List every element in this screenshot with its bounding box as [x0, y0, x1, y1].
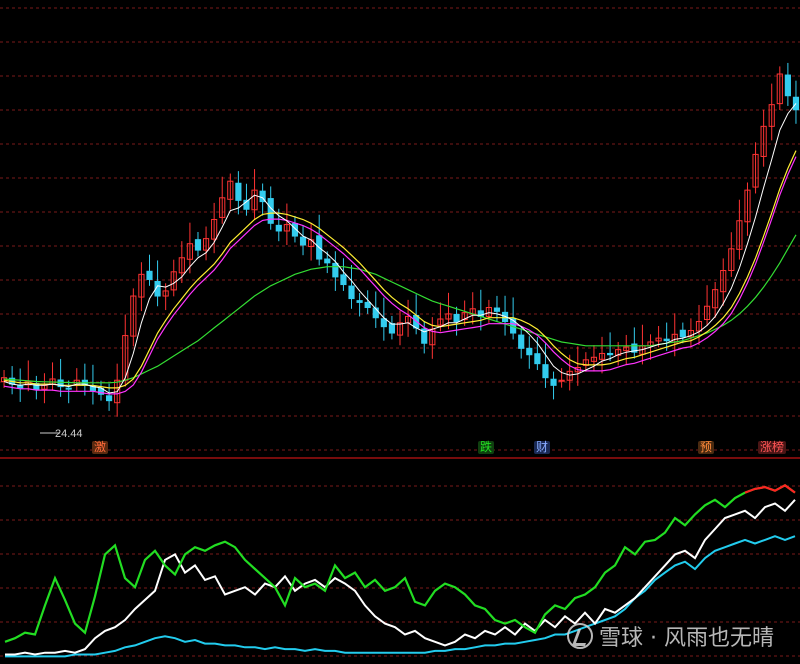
signal-tag: 财 — [534, 440, 551, 454]
candle-body — [65, 387, 72, 390]
signal-tag: 激 — [92, 440, 109, 454]
watermark: 雪球 · 风雨也无晴 — [567, 620, 774, 652]
signal-tag: 跌 — [478, 440, 495, 454]
candle-body — [332, 262, 339, 278]
low-price-marker: 24.44 — [40, 428, 83, 440]
candle-body — [364, 301, 371, 309]
candle-body — [388, 323, 396, 334]
candle-body — [534, 353, 541, 365]
candle-body — [784, 74, 791, 97]
candle-body — [493, 307, 501, 312]
candle-body — [380, 318, 387, 328]
candle-body — [526, 347, 533, 356]
candle-body — [453, 313, 460, 323]
candle-body — [275, 224, 282, 232]
candlesticks — [0, 62, 800, 417]
candle-body — [356, 300, 363, 303]
candle-body — [106, 395, 113, 402]
candle-body — [324, 258, 331, 264]
candle-body — [235, 182, 242, 201]
candle-body — [607, 352, 614, 356]
low-price-label: 24.44 — [55, 428, 83, 440]
stock-chart: 24.44 — [0, 7, 800, 658]
candle-body — [146, 270, 153, 280]
indicator-green-line — [4, 484, 796, 643]
candle-body — [299, 236, 307, 246]
signal-tag: 预 — [698, 440, 715, 454]
candle-body — [663, 338, 670, 342]
candle-body — [340, 274, 347, 286]
signal-tag: 涨榜 — [758, 440, 787, 454]
candle-body — [194, 239, 202, 251]
candle-body — [679, 329, 686, 338]
candle-body — [542, 364, 549, 379]
candle-body — [518, 334, 525, 349]
xueqiu-logo-icon — [567, 623, 594, 649]
candle-body — [348, 285, 355, 300]
watermark-text: 雪球 · 风雨也无晴 — [599, 626, 774, 651]
candle-body — [550, 378, 557, 386]
